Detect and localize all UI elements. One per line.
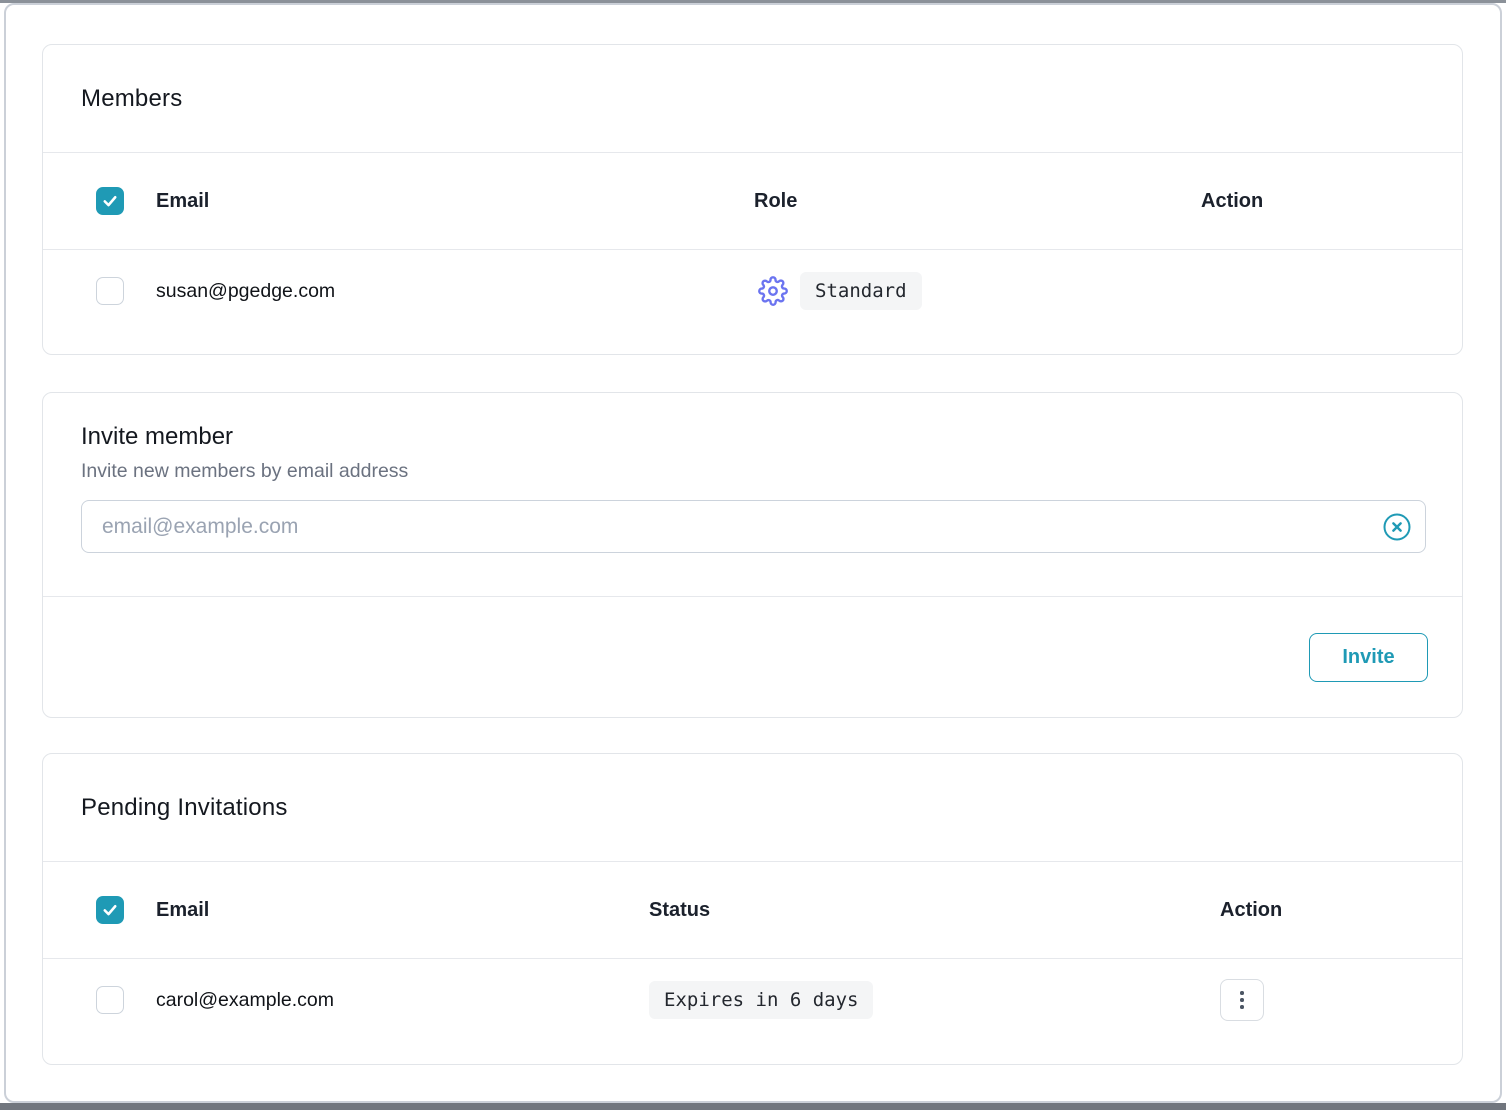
invite-member-card: Invite member Invite new members by emai… [42,392,1463,718]
invite-email-input[interactable] [81,500,1426,553]
status-badge: Expires in 6 days [649,981,873,1019]
kebab-icon [1240,991,1244,995]
check-icon [101,901,119,919]
invite-card-subtitle: Invite new members by email address [81,460,1424,483]
members-col-action: Action [1201,190,1462,213]
pending-select-all-checkbox[interactable] [96,896,124,924]
members-card-title: Members [43,45,1462,153]
clear-input-icon[interactable] [1382,512,1412,542]
invite-card-footer: Invite [43,596,1462,717]
pending-col-action: Action [1220,899,1462,922]
pending-email: carol@example.com [156,989,649,1012]
role-settings-gear-icon[interactable] [758,276,788,306]
invite-card-title: Invite member [81,423,1424,451]
table-row: carol@example.com Expires in 6 days [43,959,1462,1041]
pending-col-status: Status [649,899,1220,922]
pending-card-title: Pending Invitations [43,754,1462,862]
window-bottom-edge [0,1103,1506,1110]
members-table-header: Email Role Action [43,153,1462,250]
members-card: Members Email Role Action susan@pgedge.c… [42,44,1463,355]
member-row-checkbox[interactable] [96,277,124,305]
pending-col-email: Email [156,899,649,922]
table-row: susan@pgedge.com Standard [43,250,1462,332]
pending-invitations-card: Pending Invitations Email Status Action … [42,753,1463,1065]
members-col-email: Email [156,190,754,213]
pending-table-header: Email Status Action [43,862,1462,959]
role-badge: Standard [800,272,922,310]
members-select-all-checkbox[interactable] [96,187,124,215]
members-col-role: Role [754,190,1201,213]
check-icon [101,192,119,210]
invite-button[interactable]: Invite [1309,633,1428,682]
member-email: susan@pgedge.com [156,280,754,303]
pending-row-checkbox[interactable] [96,986,124,1014]
row-actions-menu-button[interactable] [1220,979,1264,1021]
